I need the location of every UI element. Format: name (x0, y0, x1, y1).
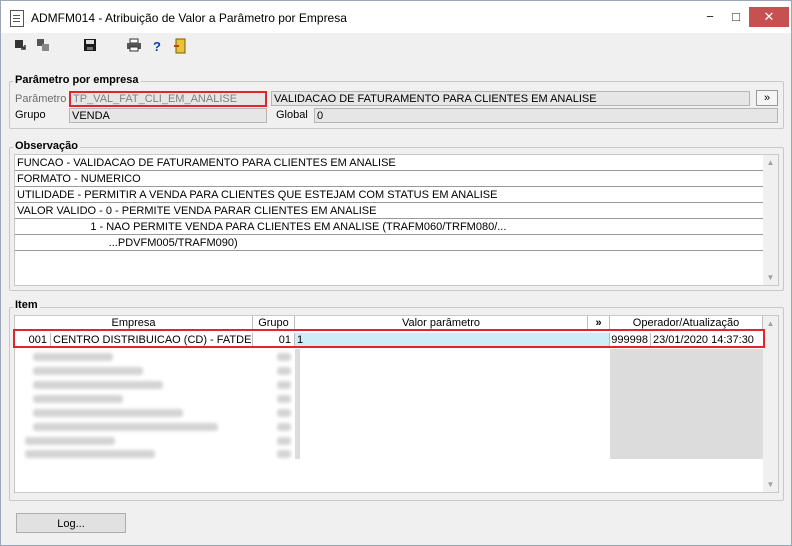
minimize-button[interactable]: − (697, 7, 723, 27)
maximize-button[interactable]: □ (723, 7, 749, 27)
observacao-text[interactable]: FUNCAO - VALIDACAO DE FATURAMENTO PARA C… (14, 154, 779, 286)
log-button[interactable]: Log... (16, 513, 126, 533)
scroll-up-icon[interactable]: ▲ (763, 316, 778, 331)
save-icon[interactable] (81, 38, 99, 56)
blurred-cell (33, 409, 183, 417)
blurred-cell (33, 423, 218, 431)
copy-icon[interactable] (34, 38, 52, 56)
help-icon[interactable]: ? (148, 38, 166, 56)
observacao-line: UTILIDADE - PERMITIR A VENDA PARA CLIENT… (15, 187, 764, 203)
table-row-selected[interactable]: 001 CENTRO DISTRIBUICAO (CD) - FATDES 01… (15, 333, 763, 347)
parametro-description-field: VALIDACAO DE FATURAMENTO PARA CLIENTES E… (271, 91, 750, 106)
scroll-down-icon[interactable]: ▼ (763, 270, 778, 285)
blurred-cell (277, 395, 291, 403)
blurred-cell (33, 353, 113, 361)
blurred-cell (277, 423, 291, 431)
toolbar: ? (1, 33, 791, 61)
window-title: ADMFM014 - Atribuição de Valor a Parâmet… (31, 11, 347, 25)
blurred-cell (277, 367, 291, 375)
observacao-line: 1 - NAO PERMITE VENDA PARA CLIENTES EM A… (15, 219, 764, 235)
observacao-line: ...PDVFM005/TRAFM090) (15, 235, 764, 251)
header-grupo[interactable]: Grupo (253, 316, 295, 331)
cell-empresa-code: 001 (15, 333, 51, 347)
exit-door-icon[interactable] (171, 38, 189, 56)
blurred-cell (33, 381, 163, 389)
blurred-column (295, 349, 300, 459)
blurred-cell (277, 381, 291, 389)
blurred-cell (277, 450, 291, 458)
cell-atualizacao: 23/01/2020 14:37:30 (653, 334, 754, 346)
blurred-cell (277, 437, 291, 445)
scroll-up-icon[interactable]: ▲ (763, 155, 778, 170)
global-field: 0 (314, 108, 778, 123)
observacao-section-title: Observação (13, 140, 80, 152)
print-icon[interactable] (125, 38, 143, 56)
blurred-cell (25, 437, 115, 445)
observacao-scrollbar[interactable]: ▲ ▼ (763, 155, 778, 285)
main-window: ADMFM014 - Atribuição de Valor a Parâmet… (0, 0, 792, 546)
cell-valor-parametro[interactable]: 1 (295, 333, 610, 347)
blurred-cell (277, 353, 291, 361)
item-grid[interactable]: Empresa Grupo Valor parâmetro » Operador… (14, 315, 779, 493)
document-icon (10, 10, 24, 27)
grupo-field: VENDA (69, 108, 267, 123)
blurred-cell (33, 395, 123, 403)
parametro-section-title: Parâmetro por empresa (13, 74, 141, 86)
goto-first-icon[interactable] (11, 38, 29, 56)
title-bar: ADMFM014 - Atribuição de Valor a Parâmet… (1, 1, 791, 33)
blurred-cell (33, 367, 143, 375)
item-scrollbar[interactable]: ▲ ▼ (763, 316, 778, 492)
item-section-title: Item (13, 299, 40, 311)
blurred-cell (25, 450, 155, 458)
close-button[interactable]: ✕ (749, 7, 789, 27)
parametro-label: Parâmetro (15, 93, 67, 105)
observacao-line: FORMATO - NUMERICO (15, 171, 764, 187)
cell-grupo: 01 (253, 333, 295, 347)
blurred-cell (277, 409, 291, 417)
parametro-more-button[interactable]: » (756, 90, 778, 106)
scroll-down-icon[interactable]: ▼ (763, 477, 778, 492)
global-label: Global (276, 109, 308, 121)
header-more-button[interactable]: » (588, 316, 610, 331)
cell-empresa-name: CENTRO DISTRIBUICAO (CD) - FATDES (53, 333, 253, 347)
grupo-label: Grupo (15, 109, 46, 121)
blurred-column (610, 349, 763, 459)
observacao-line: FUNCAO - VALIDACAO DE FATURAMENTO PARA C… (15, 155, 764, 171)
header-valor-parametro[interactable]: Valor parâmetro (295, 316, 588, 331)
header-operador-atualizacao[interactable]: Operador/Atualização (610, 316, 763, 331)
parametro-field[interactable]: TP_VAL_FAT_CLI_EM_ANALISE (69, 91, 267, 107)
cell-operador: 999998 (610, 333, 651, 347)
observacao-line: VALOR VALIDO - 0 - PERMITE VENDA PARAR C… (15, 203, 764, 219)
header-empresa[interactable]: Empresa (15, 316, 253, 331)
